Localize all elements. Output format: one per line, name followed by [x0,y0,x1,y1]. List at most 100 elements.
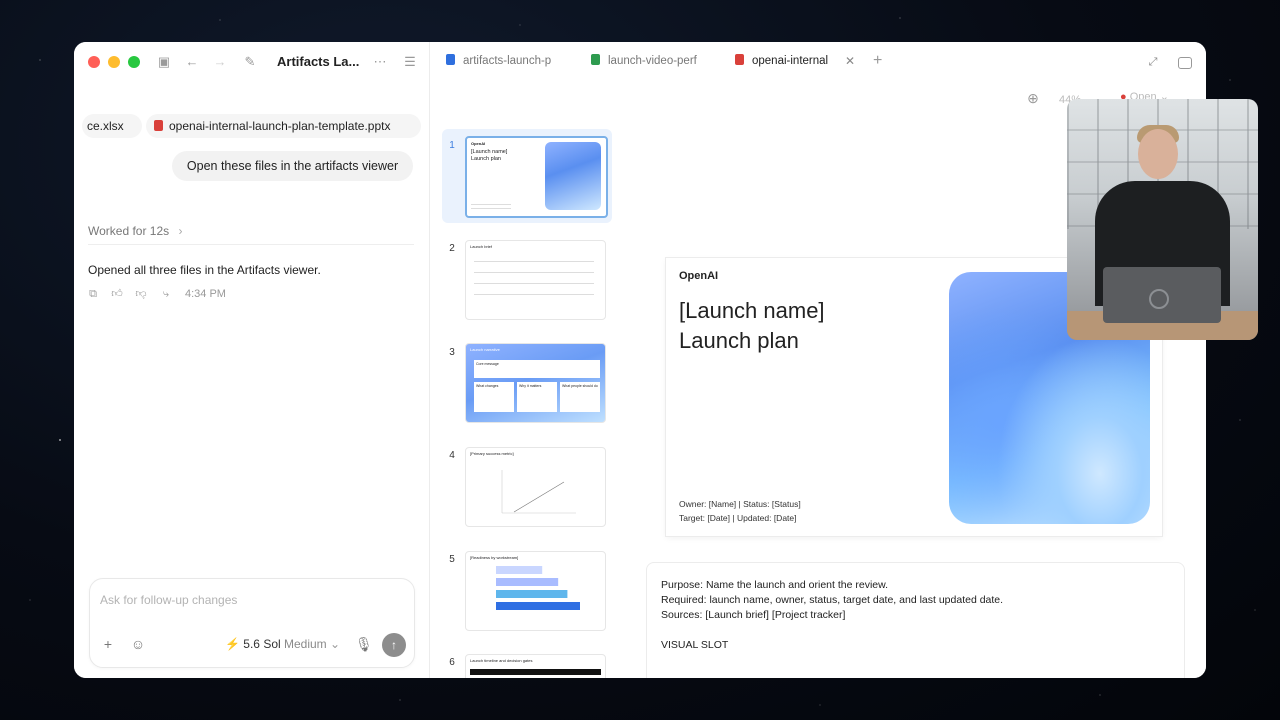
thumb-row [474,294,594,295]
more-options-icon[interactable]: ⋯ [372,54,388,70]
thumb-col: Why it matters [517,382,557,412]
thumb-meta-line [471,208,511,209]
slide-meta: Owner: [Name] | Status: [Status] [679,499,801,509]
slide-thumbnail-5[interactable]: [Readiness by workstream] [465,551,606,631]
readiness-bar [496,590,568,598]
lightning-icon: ⚡ [225,637,240,651]
slide-thumbnail-2[interactable]: Launch brief [465,240,606,320]
presenter-head [1138,129,1178,179]
slide-thumbnail-4[interactable]: [Primary success metric] [465,447,606,527]
worked-label: Worked for 12s [88,224,170,238]
thumb-row [474,283,594,284]
worked-for-toggle[interactable]: Worked for 12s › [88,224,183,238]
presenter-video [1067,99,1258,340]
thumb-art [545,142,601,210]
slide-number: 5 [449,554,455,565]
slide-logo: OpenAI [679,270,719,282]
add-comment-icon[interactable]: ⊕ [1025,90,1041,106]
message-timestamp: 4:34 PM [185,288,226,300]
thumb-row [474,261,594,262]
minimize-window-button[interactable] [108,56,120,68]
thumb-col: What changes [474,382,514,412]
slide-number: 2 [449,243,455,254]
slide-number: 3 [449,347,455,358]
notes-required: Required: launch name, owner, status, ta… [661,594,1004,606]
new-tab-icon[interactable]: + [873,52,882,70]
chevron-right-icon: › [178,224,183,238]
add-attachment-icon[interactable]: + [100,636,116,652]
effort-level: Medium [284,637,327,651]
close-tab-icon[interactable]: ✕ [845,54,855,68]
readiness-bar [496,566,543,574]
thumb-line-chart [501,470,576,514]
chat-pane: ▣ ← → ✎ Artifacts La... ⋯ ☰ ce.xlsx open… [74,42,430,678]
thumb-title: [Launch name] Launch plan [471,149,508,162]
user-message: Open these files in the artifacts viewer [172,151,413,181]
send-button[interactable]: ↑ [382,633,406,657]
thumb-title: Launch timeline and decision gates [470,658,533,663]
attachment-chip-xlsx[interactable]: ce.xlsx [82,114,142,138]
model-name: 5.6 Sol [243,637,281,651]
window-title: Artifacts La... [277,54,360,69]
notes-purpose: Purpose: Name the launch and orient the … [661,579,889,591]
app-window: ▣ ← → ✎ Artifacts La... ⋯ ☰ ce.xlsx open… [74,42,1206,678]
new-chat-icon[interactable]: ✎ [242,54,258,70]
forward-arrow-icon[interactable]: → [212,54,228,70]
tab-doc[interactable]: artifacts-launch-p [446,54,566,70]
tab-label: openai-internal [752,55,829,67]
model-selector[interactable]: ⚡ 5.6 Sol Medium ⌄ [225,637,340,651]
slide-meta: Target: [Date] | Updated: [Date] [679,513,797,523]
slide-title-line: Launch plan [679,328,799,353]
thumb-core-label: Core message [476,362,499,366]
composer: Ask for follow-up changes + ☺ ⚡ 5.6 Sol … [89,578,415,668]
readiness-bar [496,602,580,610]
thumb-title: Launch narrative [470,347,500,352]
assistant-message: Opened all three files in the Artifacts … [88,263,321,277]
thumb-logo: OpenAI [471,141,486,146]
thumb-title: Launch brief [470,244,493,249]
doc-icon [446,54,455,65]
microphone-icon[interactable]: 🎙︎ [355,636,373,652]
slide-title: [Launch name] Launch plan [679,296,825,356]
tab-sheet[interactable]: launch-video-perf [591,54,711,70]
panel-toggle-icon[interactable] [1178,57,1192,69]
slide-number: 4 [449,450,455,461]
back-arrow-icon[interactable]: ← [184,54,200,70]
thumbs-up-icon[interactable]: 👍︎ [110,287,124,301]
slide-number: 1 [449,140,455,151]
tab-label: artifacts-launch-p [463,55,552,67]
tab-label: launch-video-perf [608,55,697,67]
thumb-meta-line [471,204,511,205]
chevron-down-icon: ⌄ [330,637,341,651]
readiness-bar [496,578,559,586]
close-window-button[interactable] [88,56,100,68]
notes-visual-slot: VISUAL SLOT [661,639,729,651]
speaker-notes[interactable]: Purpose: Name the launch and orient the … [646,562,1185,678]
sheet-icon [591,54,600,65]
slide-number: 6 [449,657,455,668]
maximize-window-button[interactable] [128,56,140,68]
divider [88,244,414,245]
composer-input[interactable]: Ask for follow-up changes [100,593,237,607]
attachment-label: openai-internal-launch-plan-template.ppt… [169,119,391,133]
thumbs-down-icon[interactable]: 👎︎ [134,287,148,301]
expand-icon[interactable]: ⤢ [1145,54,1161,70]
pptx-file-icon [154,120,163,131]
notes-sources: Sources: [Launch brief] [Project tracker… [661,609,846,621]
tab-slides-active[interactable]: openai-internal [735,54,840,70]
task-list-icon[interactable]: ☰ [402,54,418,70]
slide-thumbnail-3[interactable]: Launch narrative Core message What chang… [465,343,606,423]
slide-thumbnail-6[interactable]: Launch timeline and decision gates [465,654,606,678]
thumb-col: What people should do [560,382,600,412]
copy-icon[interactable]: ⧉ [86,287,100,301]
branch-icon[interactable]: ⤷ [159,287,173,301]
attachment-chip-pptx[interactable]: openai-internal-launch-plan-template.ppt… [146,114,421,138]
attachment-label: ce.xlsx [87,119,124,133]
emoji-icon[interactable]: ☺ [130,636,146,652]
thumb-row [474,272,594,273]
thumb-bar-chart [496,566,580,610]
laptop-logo-icon [1149,289,1169,309]
sidebar-toggle-icon[interactable]: ▣ [156,54,172,70]
thumb-core-box: Core message [474,360,600,378]
slide-thumbnail-1[interactable]: OpenAI [Launch name] Launch plan [465,136,608,218]
